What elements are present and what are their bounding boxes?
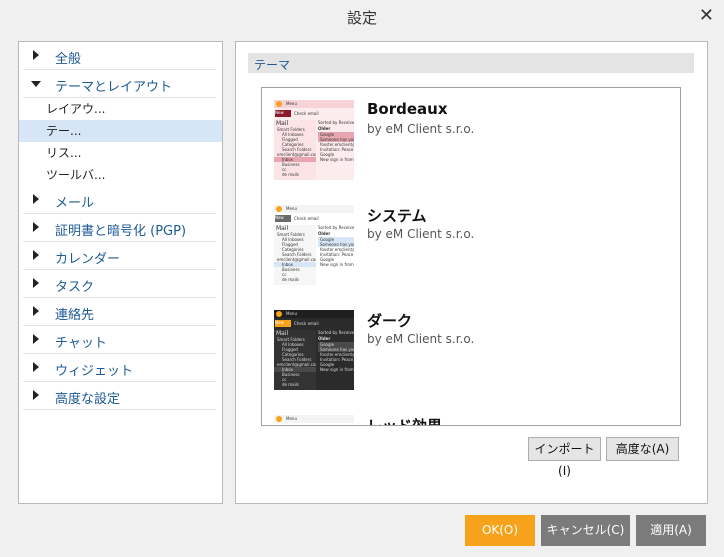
nav-item[interactable]: 全般 — [23, 42, 216, 70]
caret-right-icon[interactable] — [33, 362, 39, 372]
caret-right-icon[interactable] — [33, 250, 39, 260]
theme-name: Bordeaux — [367, 100, 448, 118]
advanced-button[interactable]: 高度な(A) — [606, 437, 679, 461]
nav-item-label: 証明書と暗号化 (PGP) — [55, 224, 187, 239]
caret-right-icon[interactable] — [33, 334, 39, 344]
thumbnail-check-label: Check email — [294, 111, 319, 116]
nav-subitem[interactable]: テー... — [19, 120, 222, 142]
thumbnail-folder: de mails — [282, 277, 299, 282]
caret-right-icon[interactable] — [33, 50, 39, 60]
thumbnail-folder-pane: Mail Smart Folders All Inboxes Flagged Categ… — [274, 330, 316, 390]
theme-thumbnail: Menu NewCheck email MailSmart FoldersAll I… — [274, 310, 354, 390]
cancel-button[interactable]: キャンセル(C) — [541, 515, 630, 546]
thumbnail-folder: emclient@gmail.com — [277, 152, 316, 157]
app-logo-icon — [276, 311, 282, 317]
window-title: 設定 — [346, 9, 377, 27]
nav-item[interactable]: 連絡先 — [23, 298, 216, 326]
thumbnail-folder-pane: Mail Smart Folders All Inboxes Flagged Categ… — [274, 225, 316, 285]
nav-item[interactable]: ウィジェット — [23, 354, 216, 382]
caret-right-icon[interactable] — [33, 222, 39, 232]
apply-button[interactable]: 適用(A) — [636, 515, 706, 546]
nav-item-label: カレンダー — [55, 252, 121, 267]
import-button[interactable]: インポート(I) — [528, 437, 601, 478]
thumbnail-mail-label: Mail — [276, 330, 289, 337]
thumbnail-check-label: Check email — [294, 321, 319, 326]
section-header: テーマ — [248, 53, 694, 73]
theme-list[interactable]: Menu New Check email Mail Smart Folders All I… — [261, 87, 681, 426]
theme-author: by eM Client s.r.o. — [367, 227, 475, 241]
nav-item-label: チャット — [55, 336, 107, 351]
thumbnail-menubar: Menu — [274, 415, 354, 423]
theme-name: ダーク — [367, 312, 413, 330]
nav-subitem[interactable]: ツールバ... — [19, 164, 222, 186]
app-logo-icon — [276, 416, 282, 422]
thumbnail-mail-label: Mail — [276, 120, 289, 127]
theme-item[interactable]: Menu NewCheck email MailSmart FoldersAll I… — [262, 298, 680, 390]
thumbnail-message-pane: Sorted by Received Older Google Someone has… — [318, 225, 354, 285]
thumbnail-folder: de mails — [282, 382, 299, 387]
theme-item[interactable]: Menu NewCheck email MailSmart FoldersAll I… — [262, 193, 680, 285]
thumbnail-folder: emclient@gmail.com — [277, 257, 316, 262]
nav-item[interactable]: 証明書と暗号化 (PGP) — [23, 214, 216, 242]
nav-item-label: テーマとレイアウト — [55, 80, 173, 95]
theme-name: レッド効果 — [367, 417, 443, 426]
theme-item[interactable]: Menu NewCheck email MailSmart FoldersAll I… — [262, 88, 680, 180]
thumbnail-new-button: New — [275, 320, 291, 327]
caret-right-icon[interactable] — [33, 278, 39, 288]
caret-right-icon[interactable] — [33, 306, 39, 316]
title-bar: 設定 ✕ — [0, 0, 724, 34]
caret-right-icon[interactable] — [33, 194, 39, 204]
thumbnail-check-label: Check email — [294, 216, 319, 221]
nav-item-label: タスク — [55, 280, 95, 295]
thumbnail-menubar: Menu — [274, 205, 354, 213]
nav-item-label: 連絡先 — [55, 308, 95, 323]
theme-thumbnail: Menu NewCheck email MailSmart FoldersAll I… — [274, 100, 354, 180]
thumbnail-message: New sign in from Ch... — [320, 157, 354, 162]
settings-nav: 全般テーマとレイアウトレイアウ... テー... リス... ツールバ... メール証明… — [18, 41, 223, 504]
nav-item[interactable]: メール — [23, 186, 216, 214]
thumbnail-new-button: New — [275, 110, 291, 117]
theme-author: by eM Client s.r.o. — [367, 122, 475, 136]
nav-item[interactable]: カレンダー — [23, 242, 216, 270]
nav-subitem[interactable]: リス... — [19, 142, 222, 164]
app-logo-icon — [276, 206, 282, 212]
app-logo-icon — [276, 101, 282, 107]
nav-item[interactable]: タスク — [23, 270, 216, 298]
section-title: テーマ — [254, 58, 291, 72]
thumbnail-menubar: Menu — [274, 100, 354, 108]
nav-item[interactable]: テーマとレイアウト — [23, 70, 216, 98]
caret-down-icon[interactable] — [31, 81, 41, 87]
thumbnail-folder-pane: Mail Smart Folders All Inboxes Flagged Categ… — [274, 120, 316, 180]
thumbnail-menu-label: Menu — [286, 101, 297, 106]
nav-item-label: ウィジェット — [55, 364, 134, 379]
thumbnail-new-button: New — [275, 215, 291, 222]
theme-thumbnail: MenuNewCheck emailMailSmart FoldersAll I… — [274, 415, 354, 426]
thumbnail-menu-label: Menu — [286, 416, 297, 421]
theme-item[interactable]: MenuNewCheck emailMailSmart FoldersAll I… — [262, 403, 680, 426]
theme-author: by eM Client s.r.o. — [367, 332, 475, 346]
thumbnail-message-pane: Sorted by Received Older Google Someone has… — [318, 120, 354, 180]
nav-item[interactable]: チャット — [23, 326, 216, 354]
thumbnail-message-pane: Sorted by Received Older Google Someone has… — [318, 330, 354, 390]
caret-right-icon[interactable] — [33, 390, 39, 400]
thumbnail-message: New sign in from Ch... — [320, 367, 354, 372]
nav-item-label: 全般 — [55, 52, 82, 67]
thumbnail-menu-label: Menu — [286, 311, 297, 316]
close-icon[interactable]: ✕ — [699, 5, 714, 26]
thumbnail-message: New sign in from Ch... — [320, 262, 354, 267]
theme-name: システム — [367, 207, 427, 225]
nav-item-label: 高度な設定 — [55, 392, 121, 407]
thumbnail-mail-label: Mail — [276, 225, 289, 232]
thumbnail-new-button: New — [275, 425, 291, 426]
nav-item-label: メール — [55, 196, 95, 211]
theme-thumbnail: Menu NewCheck email MailSmart FoldersAll I… — [274, 205, 354, 285]
theme-panel: テーマ Menu New Check email Mail Smart Folders A… — [235, 41, 708, 504]
nav-subitem[interactable]: レイアウ... — [19, 98, 222, 120]
nav-item[interactable]: 高度な設定 — [23, 382, 216, 410]
thumbnail-folder: emclient@gmail.com — [277, 362, 316, 367]
thumbnail-folder: de mails — [282, 172, 299, 177]
ok-button[interactable]: OK(O) — [465, 515, 535, 546]
thumbnail-menubar: Menu — [274, 310, 354, 318]
thumbnail-menu-label: Menu — [286, 206, 297, 211]
